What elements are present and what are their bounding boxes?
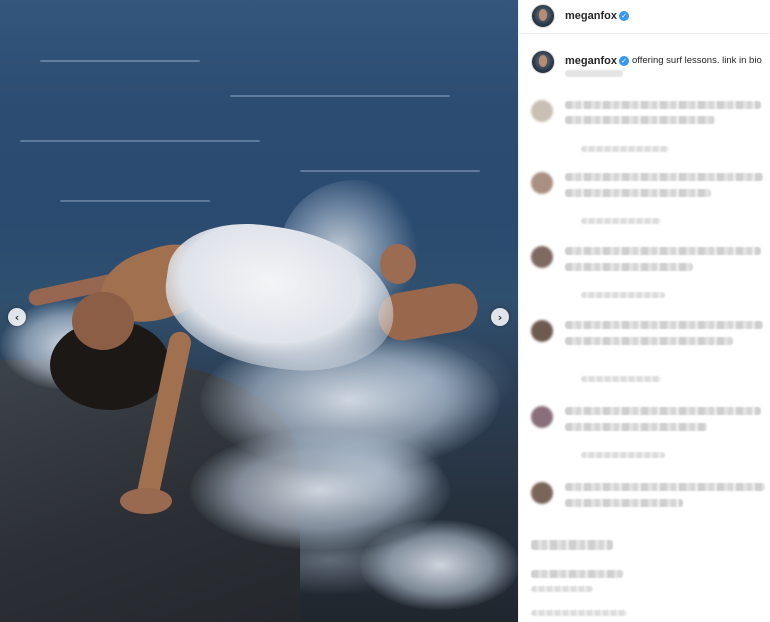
figure-knee: [380, 244, 416, 284]
blurred-avatar: [531, 406, 553, 428]
wave: [60, 200, 210, 202]
caption-username[interactable]: meganfox: [565, 55, 617, 67]
blurred-meta: [581, 452, 665, 458]
chevron-left-icon[interactable]: ‹: [8, 308, 26, 326]
blurred-avatar: [531, 246, 553, 268]
blurred-avatar: [531, 482, 553, 504]
blurred-text: [565, 116, 715, 124]
avatar[interactable]: [531, 4, 555, 28]
wave: [20, 140, 260, 142]
verified-badge-icon: ✓: [619, 11, 629, 21]
header-username[interactable]: meganfox: [565, 10, 617, 22]
sea-foam: [360, 520, 518, 610]
blurred-text: [565, 247, 761, 255]
blurred-avatar: [531, 100, 553, 122]
blurred-text: [565, 499, 683, 507]
chevron-right-icon[interactable]: ›: [491, 308, 509, 326]
wave: [40, 60, 200, 62]
verified-badge-icon: ✓: [619, 56, 629, 66]
blurred-text: [565, 483, 765, 491]
blurred-meta: [581, 146, 669, 152]
blurred-meta: [581, 376, 661, 382]
post-sidebar: meganfox ✓ meganfox ✓ offering surf less…: [518, 0, 770, 622]
figure-hand: [120, 488, 172, 514]
blurred-timestamp: [565, 70, 623, 77]
caption-text: offering surf lessons. link in bio: [632, 55, 762, 66]
blurred-text: [565, 173, 763, 181]
blurred-meta: [581, 218, 661, 224]
blurred-text: [565, 407, 761, 415]
blurred-likes: [531, 570, 623, 578]
figure-head: [72, 292, 134, 350]
blurred-avatar: [531, 172, 553, 194]
blurred-comment-box: [531, 610, 627, 616]
blurred-text: [565, 423, 707, 431]
blurred-text: [565, 101, 761, 109]
blurred-meta: [581, 292, 665, 298]
avatar[interactable]: [531, 50, 555, 74]
post-photo[interactable]: ‹ ›: [0, 0, 518, 622]
blurred-text: [565, 337, 733, 345]
blurred-text: [565, 189, 711, 197]
post-caption: meganfox ✓ offering surf lessons. link i…: [519, 44, 770, 84]
post-header: meganfox ✓: [519, 0, 770, 34]
blurred-date: [531, 586, 593, 592]
blurred-action-icons: [531, 540, 613, 550]
blurred-text: [565, 263, 693, 271]
blurred-text: [565, 321, 763, 329]
blurred-avatar: [531, 320, 553, 342]
wave: [230, 95, 450, 97]
wave: [300, 170, 480, 172]
